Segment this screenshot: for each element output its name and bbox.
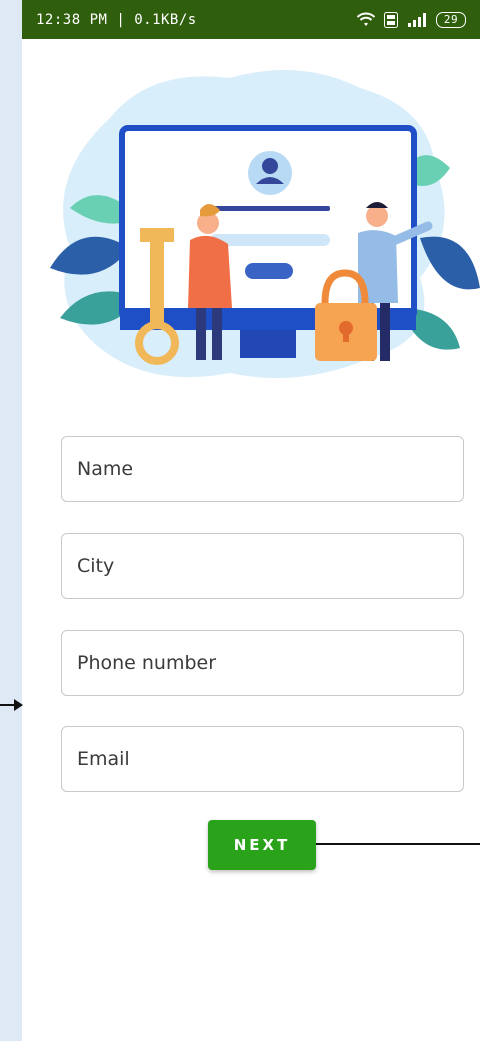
battery-icon: 29 [436,11,466,28]
status-icons: 29 [356,11,466,28]
city-placeholder: City [77,555,115,577]
annotation-arrow-icon [0,699,23,711]
login-illustration [50,70,480,378]
annotation-line [316,843,480,845]
left-side-panel [0,0,22,1041]
name-placeholder: Name [77,458,134,480]
next-button[interactable]: NEXT [208,820,316,870]
email-placeholder: Email [77,748,130,770]
name-field[interactable]: Name [61,436,464,502]
email-field[interactable]: Email [61,726,464,792]
phone-number-field[interactable]: Phone number [61,630,464,696]
status-bar: 12:38 PM | 0.1KB/s 29 [22,0,480,39]
city-field[interactable]: City [61,533,464,599]
phone-number-placeholder: Phone number [77,652,217,674]
volte-icon [384,11,398,28]
wifi-icon [356,12,376,26]
signal-icon [408,12,426,27]
status-time-speed: 12:38 PM | 0.1KB/s [36,11,197,28]
